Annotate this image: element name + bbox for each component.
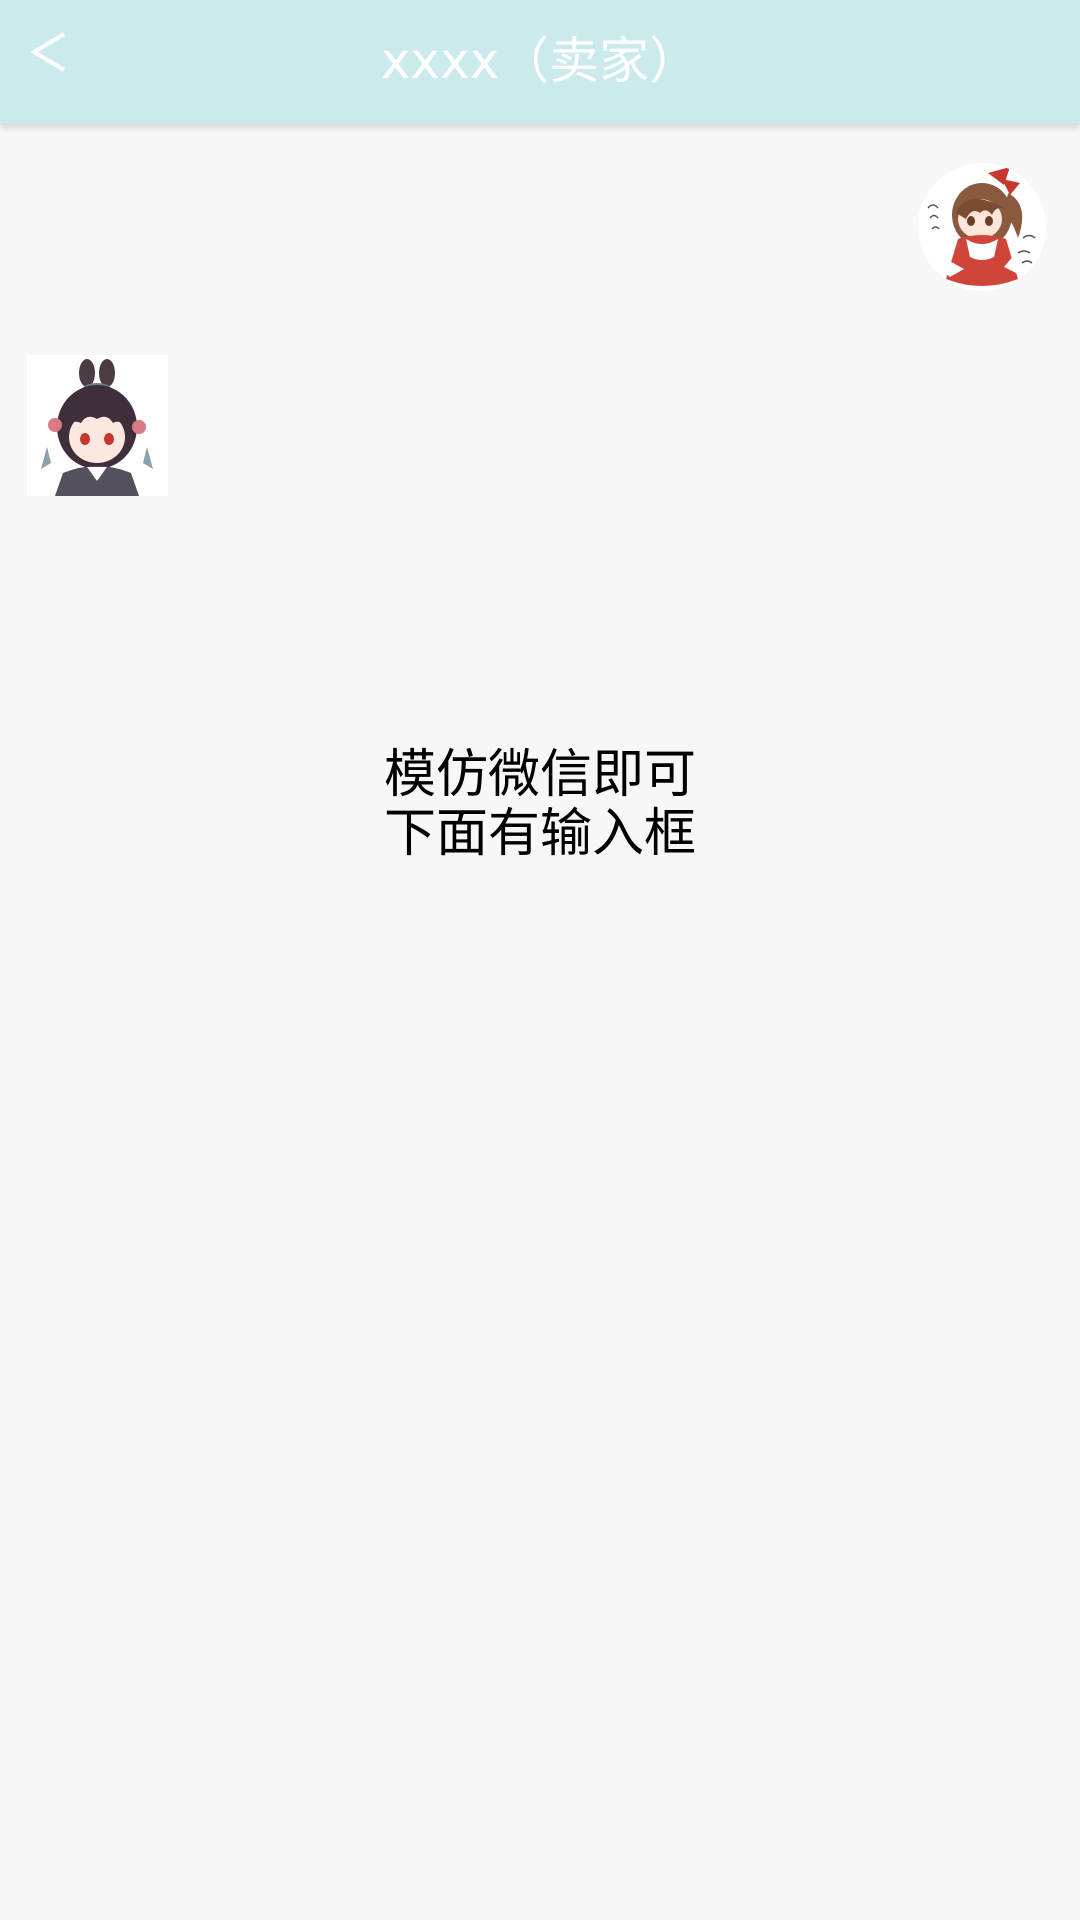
top-bar: xxxx（卖家） (0, 0, 1080, 125)
page-title: xxxx（卖家） (380, 32, 700, 90)
anime-girl-dark-hair-avatar (27, 355, 168, 496)
other-avatar[interactable] (27, 355, 168, 496)
anime-girl-red-outfit-avatar (918, 163, 1046, 291)
self-avatar[interactable] (918, 163, 1046, 291)
note-line-1: 模仿微信即可 (383, 745, 696, 805)
note-line-2: 下面有输入框 (383, 804, 696, 864)
placeholder-note: 模仿微信即可 下面有输入框 (0, 746, 1080, 864)
